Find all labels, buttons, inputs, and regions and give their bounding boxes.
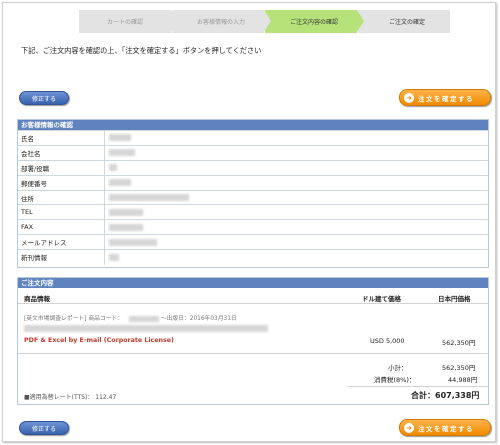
field-label-postal-code: 郵便番号	[18, 174, 105, 191]
step-order-confirm: ご注文内容の確認	[265, 10, 364, 33]
table-row: メールアドレス	[18, 234, 488, 250]
confirm-order-button-top[interactable]: ➜ 注文を確定する	[399, 89, 491, 106]
subtotal-label: 小計：	[388, 364, 408, 372]
order-total: 合計：607,338円	[411, 391, 480, 400]
back-button-bottom[interactable]: 修正する	[19, 421, 69, 435]
confirm-order-label: 注文を確定する	[418, 94, 474, 103]
field-label-fax: FAX	[18, 219, 105, 235]
order-section-title: ご注文内容	[18, 278, 488, 288]
table-row: 新刊情報	[18, 249, 488, 265]
exchange-rate: ■適用為替レート(TTS)： 112.47	[24, 394, 117, 401]
field-value-newsletter	[104, 249, 488, 265]
field-label-address: 住所	[18, 189, 105, 205]
step-cart-label: カートの確認	[106, 19, 143, 26]
col-usd-header: ドル建て価格	[362, 295, 401, 303]
field-value-fax	[104, 219, 488, 235]
customer-info-table: 氏名 会社名 部署/役職 郵便番号 住所 TEL FAX メールアドレス 新刊情…	[18, 130, 488, 265]
item-meta: [英文市場調査レポート] 商品コード： ～出版日：2016年03月31日	[24, 313, 237, 322]
instruction-text: 下記、ご注文内容を確認の上、「注文を確定する」ボタンを押してください	[21, 46, 262, 55]
confirm-order-button-bottom[interactable]: ➜ 注文を確定する	[399, 419, 491, 436]
field-label-email: メールアドレス	[18, 234, 105, 250]
step-cart: カートの確認	[79, 10, 178, 33]
order-table-header: 商品情報 ドル建て価格 日本円価格	[18, 289, 488, 304]
field-label-department: 部署/役職	[18, 159, 105, 176]
product-license-link[interactable]: PDF & Excel by E-mail (Corporate License…	[24, 337, 174, 344]
field-label-name: 氏名	[18, 130, 105, 146]
item-code-label: [英文市場調査レポート] 商品コード：	[24, 316, 124, 322]
customer-info-section: お客様情報の確認 氏名 会社名 部署/役職 郵便番号 住所 TEL FAX メー…	[17, 119, 489, 268]
field-value-department	[104, 159, 488, 176]
item-publish-date: ～出版日：2016年03月31日	[160, 316, 237, 322]
page-frame: カートの確認 お客様情報の入力 ご注文内容の確認 ご注文の確定 下記、ご注文内容…	[2, 2, 496, 442]
table-row: 郵便番号	[18, 174, 488, 191]
checkout-steps: カートの確認 お客様情報の入力 ご注文内容の確認 ご注文の確定	[79, 10, 451, 33]
table-row: 部署/役職	[18, 159, 488, 176]
step-customer-info-label: お客様情報の入力	[196, 19, 245, 26]
field-value-address	[104, 189, 488, 205]
step-order-confirm-label: ご注文内容の確認	[289, 19, 338, 26]
table-row: 氏名	[18, 130, 488, 146]
table-row: 住所	[18, 189, 488, 205]
field-label-tel: TEL	[18, 204, 105, 220]
col-product-header: 商品情報	[24, 295, 50, 303]
col-jpy-header: 日本円価格	[438, 295, 471, 303]
arrow-right-icon: ➜	[404, 93, 414, 103]
item-title-redacted	[24, 324, 268, 332]
confirm-order-label: 注文を確定する	[418, 424, 474, 433]
customer-info-title: お客様情報の確認	[18, 120, 488, 130]
step-order-complete: ご注文の確定	[358, 10, 450, 33]
back-button-top[interactable]: 修正する	[19, 91, 69, 105]
field-value-name	[104, 130, 488, 146]
field-value-email	[104, 234, 488, 250]
tax-label: 消費税(8%)：	[374, 376, 416, 384]
tax-value: 44,988円	[448, 376, 478, 384]
subtotal-value: 562,350円	[442, 364, 476, 372]
step-customer-info: お客様情報の入力	[172, 10, 271, 33]
field-label-company: 会社名	[18, 144, 105, 161]
table-row: FAX	[18, 219, 488, 235]
field-label-newsletter: 新刊情報	[18, 249, 105, 265]
field-value-postal-code	[104, 174, 488, 191]
table-row: 会社名	[18, 144, 488, 161]
order-section: ご注文内容 商品情報 ドル建て価格 日本円価格 [英文市場調査レポート] 商品コ…	[17, 277, 489, 405]
jpy-price: 562,350円	[442, 339, 476, 347]
arrow-right-icon: ➜	[404, 423, 414, 433]
step-order-complete-label: ご注文の確定	[388, 19, 425, 26]
field-value-company	[104, 144, 488, 161]
usd-price: USD 5,000	[370, 337, 405, 345]
field-value-tel	[104, 204, 488, 220]
table-row: TEL	[18, 204, 488, 220]
